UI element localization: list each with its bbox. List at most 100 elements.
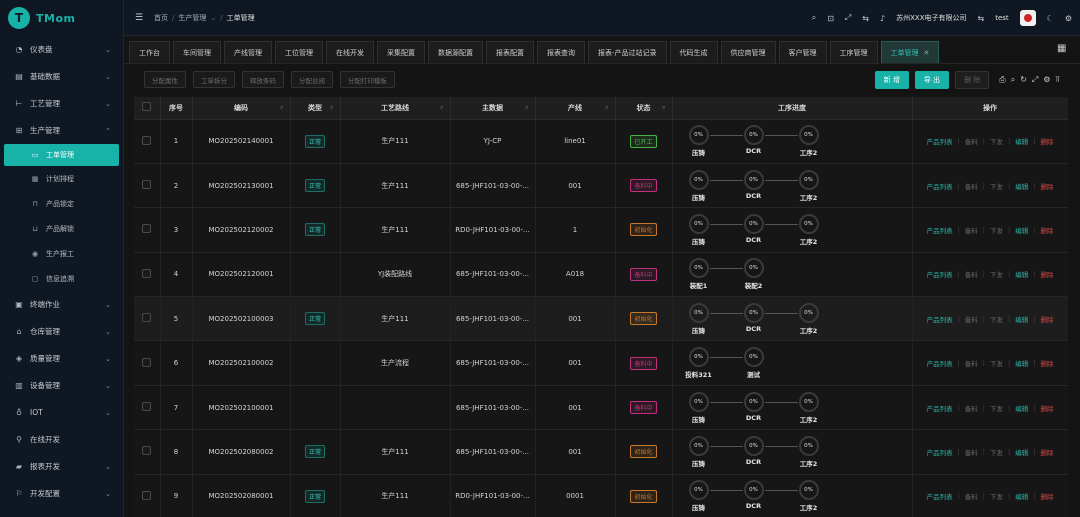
col-line[interactable]: 产线 ⌕	[535, 97, 616, 120]
material-link[interactable]: 备料	[960, 225, 983, 235]
tab-item[interactable]: 在线开发	[326, 41, 374, 63]
user-name[interactable]: test	[995, 14, 1008, 22]
dispatch-link[interactable]: 下发	[985, 136, 1008, 146]
toolbar-button[interactable]: 分配打印模板	[340, 71, 395, 88]
checkbox[interactable]	[142, 313, 152, 323]
edit-link[interactable]: 编辑	[1010, 225, 1033, 235]
tab-item[interactable]: 报表-产品过站记录	[588, 41, 667, 63]
sidebar-item[interactable]: ▣ 终端作业 ⌄	[0, 291, 123, 318]
close-icon[interactable]: ✕	[924, 49, 930, 57]
checkbox[interactable]	[142, 224, 152, 234]
checkbox[interactable]	[142, 135, 152, 145]
checkbox[interactable]	[142, 446, 152, 456]
delete-link[interactable]: 删除	[1035, 491, 1058, 501]
sidebar-item[interactable]: ▰ 报表开发 ⌄	[0, 453, 123, 480]
dispatch-link[interactable]: 下发	[985, 358, 1008, 368]
dispatch-link[interactable]: 下发	[985, 314, 1008, 324]
material-link[interactable]: 备料	[960, 403, 983, 413]
sidebar-item[interactable]: ⊞ 生产管理 ⌃	[0, 117, 123, 144]
toolbar-button[interactable]: 分配属性	[144, 71, 186, 88]
tab-item[interactable]: 工单管理 ✕	[880, 41, 940, 63]
search-icon[interactable]: ⌕	[812, 13, 816, 23]
product-list-link[interactable]: 产品列表	[922, 403, 958, 413]
dispatch-link[interactable]: 下发	[985, 225, 1008, 235]
table-row[interactable]: 8 MO202502080002 正常 生产111 685-JHF101-03-00-.…	[134, 429, 1068, 475]
row-checkbox[interactable]	[134, 340, 161, 386]
checkbox[interactable]	[142, 357, 152, 367]
sidebar-item[interactable]: ◔ 仪表盘 ⌄	[0, 36, 123, 63]
material-link[interactable]: 备料	[960, 136, 983, 146]
avatar[interactable]	[1019, 10, 1036, 26]
tab-item[interactable]: 报表配置	[486, 41, 534, 63]
tab-item[interactable]: 车间管理	[173, 41, 221, 63]
material-link[interactable]: 备料	[960, 358, 983, 368]
sidebar-subitem[interactable]: ⊓ 产品锁定	[0, 191, 123, 216]
tab-item[interactable]: 工序管理	[829, 41, 878, 63]
product-list-link[interactable]: 产品列表	[922, 181, 958, 191]
toolbar-button[interactable]: 释放条码	[242, 71, 284, 88]
tab-item[interactable]: 代码生成	[669, 41, 718, 63]
col-code[interactable]: 编码 ⌕	[192, 97, 291, 120]
row-checkbox[interactable]	[134, 429, 161, 475]
delete-link[interactable]: 删除	[1035, 225, 1058, 235]
fullscreen-icon[interactable]: ⤢	[1032, 75, 1038, 85]
new-button[interactable]: 新 增	[874, 71, 909, 89]
edit-link[interactable]: 编辑	[1010, 491, 1033, 501]
column-height-icon[interactable]: ⫪	[1055, 75, 1060, 85]
material-link[interactable]: 备料	[960, 314, 983, 324]
company-selector[interactable]: 苏州XXX电子有限公司	[896, 13, 966, 23]
product-list-link[interactable]: 产品列表	[922, 314, 958, 324]
tab-item[interactable]: 供应商管理	[720, 41, 776, 63]
row-checkbox[interactable]	[134, 119, 161, 164]
sidebar-item[interactable]: ⚐ 开发配置 ⌄	[0, 480, 123, 507]
material-link[interactable]: 备料	[960, 181, 983, 191]
row-checkbox[interactable]	[134, 474, 161, 517]
product-list-link[interactable]: 产品列表	[922, 269, 958, 279]
dispatch-link[interactable]: 下发	[985, 491, 1008, 501]
row-checkbox[interactable]	[134, 163, 161, 209]
sidebar-subitem[interactable]: ▭ 工单管理	[4, 144, 119, 166]
table-row[interactable]: 4 MO202502120001 YJ装配路线 685-JHF101-03-00-..…	[134, 252, 1068, 298]
sidebar-subitem[interactable]: ▦ 计划排程	[0, 166, 123, 191]
edit-link[interactable]: 编辑	[1010, 403, 1033, 413]
delete-link[interactable]: 删除	[1035, 269, 1058, 279]
logo[interactable]: T TMom	[0, 0, 123, 36]
material-link[interactable]: 备料	[960, 447, 983, 457]
tab-item[interactable]: 采集配置	[377, 41, 425, 63]
bell-icon[interactable]: ♪	[880, 14, 885, 23]
checkbox[interactable]	[142, 402, 152, 412]
delete-button[interactable]: 删 除	[955, 71, 990, 89]
refresh-icon[interactable]: ↻	[1020, 75, 1027, 85]
row-checkbox[interactable]	[134, 385, 161, 431]
sidebar-subitem[interactable]: ▢ 信息追溯	[0, 266, 123, 291]
search-icon[interactable]: ⌕	[330, 104, 333, 112]
material-link[interactable]: 备料	[960, 269, 983, 279]
table-row[interactable]: 3 MO202502120002 正常 生产111 RD0-JHF101-03-00-.…	[134, 207, 1068, 253]
tab-item[interactable]: 产线管理	[224, 41, 272, 63]
checkbox[interactable]	[142, 180, 152, 190]
settings-icon[interactable]: ⚙	[1065, 14, 1072, 23]
col-type[interactable]: 类型 ⌕	[290, 97, 341, 120]
sidebar-item[interactable]: ♁ IOT ⌄	[0, 399, 123, 426]
product-list-link[interactable]: 产品列表	[922, 225, 958, 235]
sidebar-subitem[interactable]: ◉ 生产报工	[0, 241, 123, 266]
edit-link[interactable]: 编辑	[1010, 181, 1033, 191]
search-icon[interactable]: ⌕	[280, 104, 283, 112]
table-row[interactable]: 1 MO202502140001 正常 生产111 YJ-CP line01 已开工 0% 压铸…	[134, 119, 1068, 164]
table-row[interactable]: 2 MO202502130001 正常 生产111 685-JHF101-03-00-.…	[134, 163, 1068, 209]
edit-link[interactable]: 编辑	[1010, 314, 1033, 324]
tab-item[interactable]: 数据源配置	[428, 41, 483, 63]
search-icon[interactable]: ⌕	[605, 104, 608, 112]
dispatch-link[interactable]: 下发	[985, 269, 1008, 279]
row-checkbox[interactable]	[134, 207, 161, 253]
sidebar-item[interactable]: ⌂ 仓库管理 ⌄	[0, 318, 123, 345]
search-icon[interactable]: ⌕	[525, 104, 528, 112]
sidebar-item[interactable]: ◈ 质量管理 ⌄	[0, 345, 123, 372]
search-icon[interactable]: ⌕	[662, 104, 665, 112]
table-row[interactable]: 6 MO202502100002 生产流程 685-JHF101-03-00-... 0…	[134, 340, 1068, 386]
delete-link[interactable]: 删除	[1035, 181, 1058, 191]
switch-icon[interactable]: ⇆	[978, 14, 985, 23]
row-checkbox[interactable]	[134, 252, 161, 298]
breadcrumb-home[interactable]: 首页	[154, 13, 168, 23]
table-row[interactable]: 5 MO202502100003 正常 生产111 685-JHF101-03-00-.…	[134, 296, 1068, 342]
